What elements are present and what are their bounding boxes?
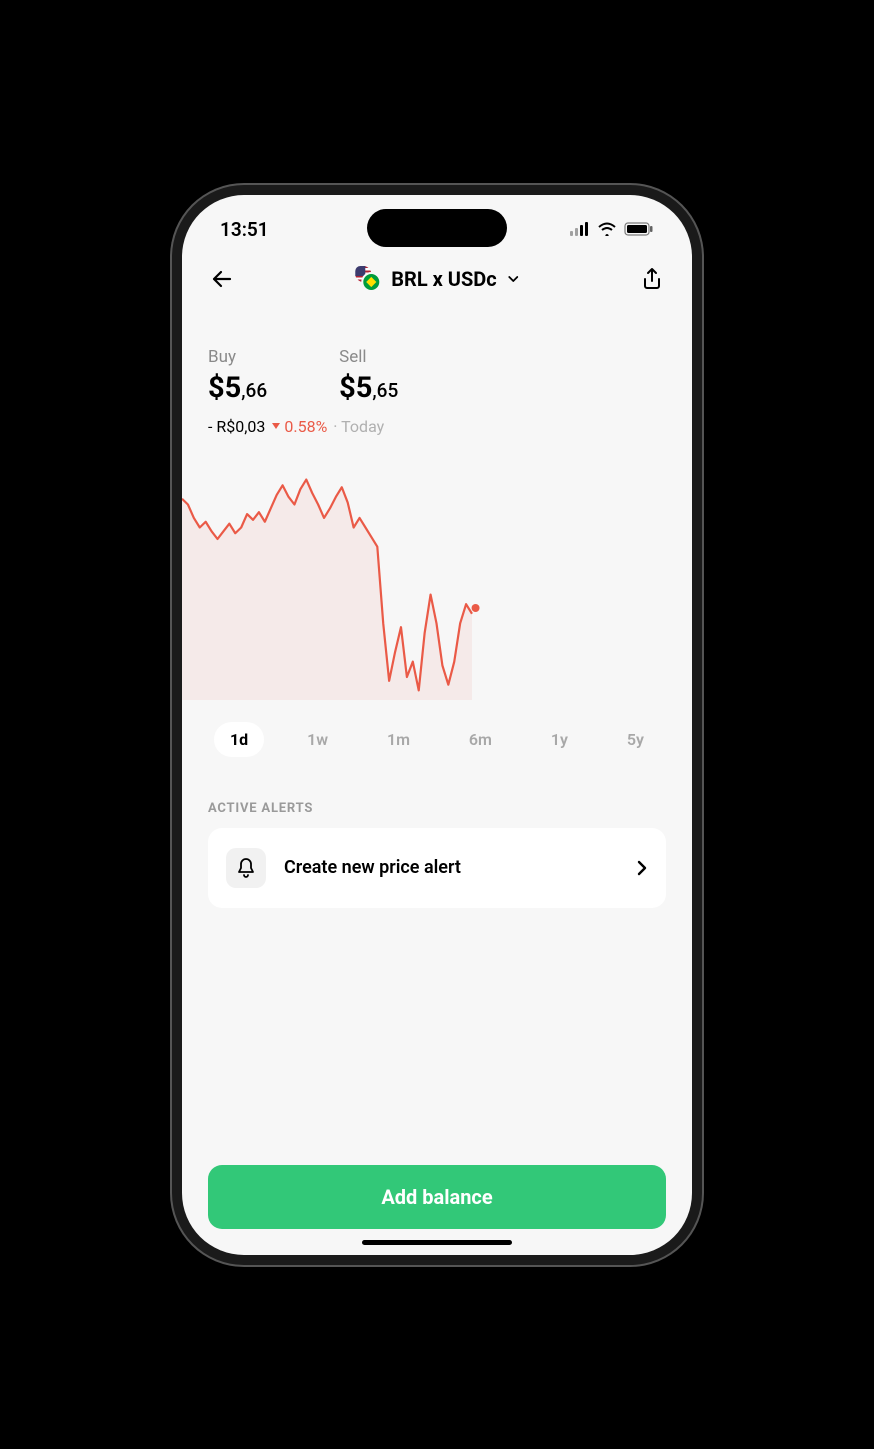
change-delta: - R$0,03 — [208, 417, 265, 436]
range-selector: 1d 1w 1m 6m 1y 5y — [208, 722, 666, 757]
cellular-icon — [570, 218, 590, 241]
share-icon — [641, 267, 663, 291]
range-tab-1w[interactable]: 1w — [291, 722, 344, 757]
range-tab-6m[interactable]: 6m — [453, 722, 508, 757]
triangle-down-icon — [271, 421, 281, 431]
buy-price: Buy $5,66 — [208, 347, 267, 405]
create-alert-button[interactable]: Create new price alert — [208, 828, 666, 908]
alerts-section: ACTIVE ALERTS Create new price alert — [208, 801, 666, 908]
create-alert-label: Create new price alert — [284, 857, 618, 878]
bell-icon — [236, 857, 256, 879]
wifi-icon — [597, 218, 617, 241]
range-tab-1m[interactable]: 1m — [371, 722, 426, 757]
status-time: 13:51 — [220, 218, 269, 241]
buy-label: Buy — [208, 347, 267, 367]
alerts-heading: ACTIVE ALERTS — [208, 801, 666, 816]
currency-pair-selector[interactable]: BRL x USDc — [353, 267, 520, 291]
price-block: Buy $5,66 Sell $5,65 — [208, 347, 666, 405]
phone-frame: 13:51 — [172, 185, 702, 1265]
range-tab-5y[interactable]: 5y — [611, 722, 660, 757]
home-indicator[interactable] — [362, 1240, 512, 1245]
price-chart[interactable] — [182, 470, 692, 700]
pair-label: BRL x USDc — [391, 267, 496, 291]
add-balance-button[interactable]: Add balance — [208, 1165, 666, 1229]
back-button[interactable] — [202, 259, 242, 299]
range-tab-1d[interactable]: 1d — [214, 722, 264, 757]
battery-icon — [624, 218, 654, 241]
change-row: - R$0,03 0.58% · Today — [208, 417, 666, 436]
chevron-down-icon — [507, 272, 521, 286]
arrow-left-icon — [210, 267, 234, 291]
sell-price: Sell $5,65 — [339, 347, 398, 405]
flag-br-icon — [361, 272, 381, 292]
change-percent: 0.58% — [271, 417, 327, 436]
phone-screen: 13:51 — [182, 195, 692, 1255]
chevron-right-icon — [636, 859, 648, 877]
nav-bar: BRL x USDc — [182, 251, 692, 307]
change-period: Today — [341, 417, 384, 436]
sell-label: Sell — [339, 347, 398, 367]
share-button[interactable] — [632, 259, 672, 299]
range-tab-1y[interactable]: 1y — [535, 722, 584, 757]
dynamic-island — [367, 209, 507, 247]
